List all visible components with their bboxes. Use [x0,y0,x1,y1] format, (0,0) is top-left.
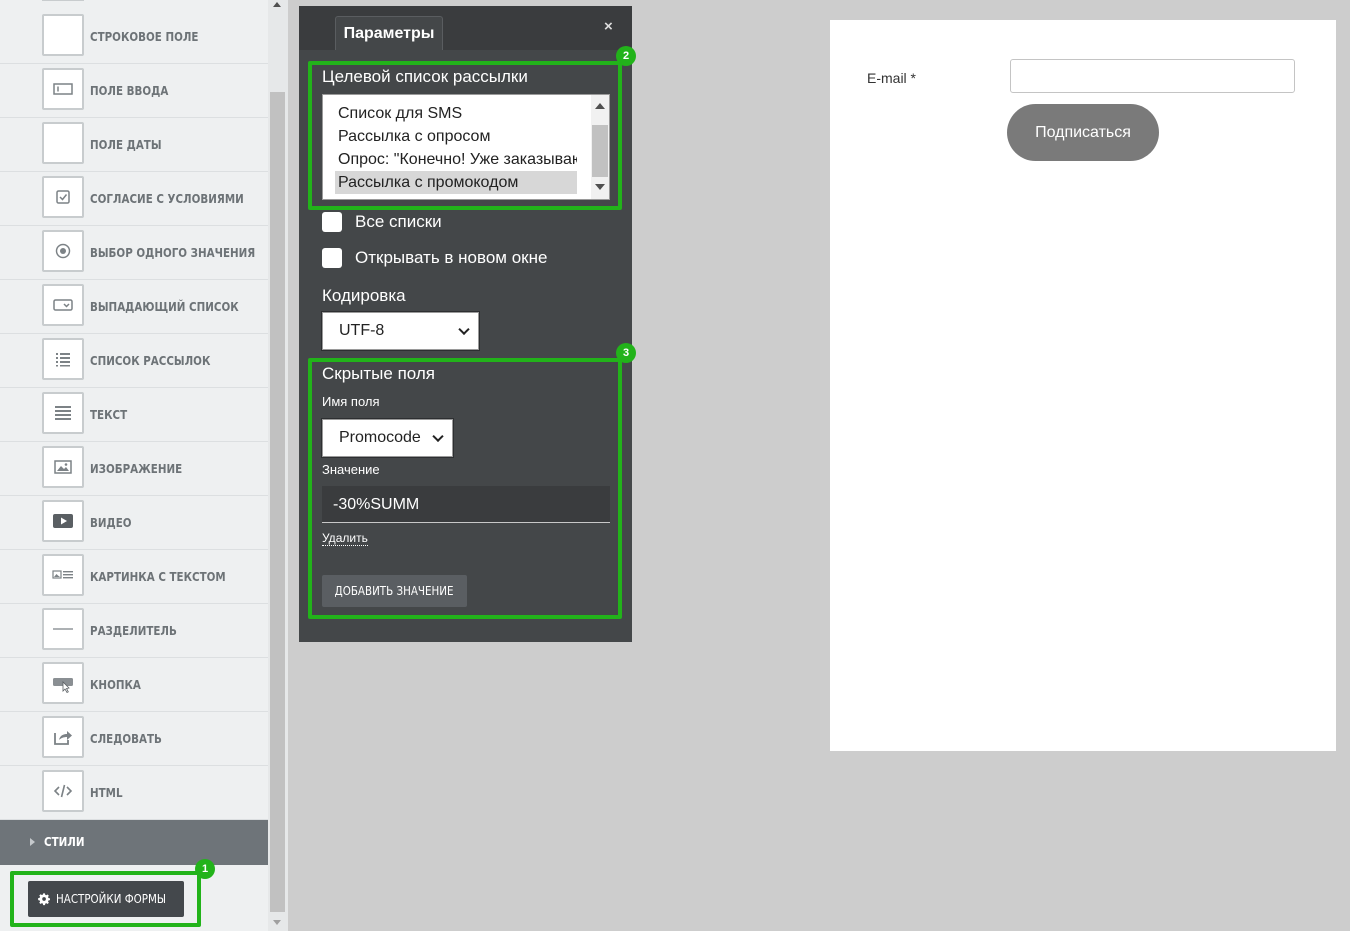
sidebar-item-image[interactable]: ИЗОБРАЖЕНИЕ [0,442,268,496]
video-icon [42,500,84,542]
divider-icon [42,608,84,650]
checkbox-icon [42,176,84,218]
sidebar-item-single-choice[interactable]: ВЫБОР ОДНОГО ЗНАЧЕНИЯ [0,226,268,280]
panel-tab-bar: Параметры × [299,6,632,50]
sidebar-item-image-with-text[interactable]: КАРТИНКА С ТЕКСТОМ [0,550,268,604]
close-icon[interactable]: × [604,18,613,35]
sidebar-item-consent[interactable]: СОГЛАСИЕ С УСЛОВИЯМИ [0,172,268,226]
encoding-select[interactable]: UTF-8 [322,312,479,350]
code-icon [42,770,84,812]
annotation-badge-2: 2 [616,46,636,66]
sidebar-item-label: РАЗДЕЛИТЕЛЬ [90,624,177,638]
previous-item-icon-box [42,0,84,1]
scroll-down-arrow-icon[interactable] [273,920,281,925]
all-lists-checkbox[interactable] [322,212,342,232]
sidebar-item-html[interactable]: HTML [0,766,268,820]
email-label: E-mail * [867,70,917,86]
expand-arrow-icon [30,838,35,846]
blank-icon [42,122,84,164]
sidebar-scrollbar[interactable] [268,0,288,931]
sidebar-item-label: ВЫБОР ОДНОГО ЗНАЧЕНИЯ [90,246,256,260]
sidebar-item-label: КАРТИНКА С ТЕКСТОМ [90,570,226,584]
sidebar-item-divider[interactable]: РАЗДЕЛИТЕЛЬ [0,604,268,658]
annotation-badge-1: 1 [195,859,215,879]
sidebar-item-input-field[interactable]: ПОЛЕ ВВОДА [0,64,268,118]
share-icon [42,716,84,758]
highlight-box-2 [308,61,622,210]
sidebar-item-video[interactable]: ВИДЕО [0,496,268,550]
email-input[interactable] [1010,59,1295,93]
encoding-label: Кодировка [322,286,406,305]
sidebar-item-follow[interactable]: СЛЕДОВАТЬ [0,712,268,766]
sidebar-item-button[interactable]: КНОПКА [0,658,268,712]
sidebar-item-label: КНОПКА [90,678,141,692]
highlight-box-3 [308,358,622,619]
sidebar-item-text[interactable]: ТЕКСТ [0,388,268,442]
sidebar-item-label: СОГЛАСИЕ С УСЛОВИЯМИ [90,192,244,206]
highlight-box-1 [10,871,201,927]
sidebar-item-label: HTML [90,786,123,800]
all-lists-label: Все списки [355,212,442,231]
sidebar-item-label: ИЗОБРАЖЕНИЕ [90,462,183,476]
sidebar-item-date-field[interactable]: ПОЛЕ ДАТЫ [0,118,268,172]
sidebar-item-label: ВИДЕО [90,516,132,530]
sidebar-item-mailing-list[interactable]: СПИСОК РАССЫЛОК [0,334,268,388]
dropdown-icon [42,284,84,326]
tab-parameters[interactable]: Параметры [335,16,443,50]
sidebar-item-label: СТРОКОВОЕ ПОЛЕ [90,30,199,44]
elements-sidebar: СТРОКОВОЕ ПОЛЕ ПОЛЕ ВВОДА ПОЛЕ ДАТЫ СОГЛ… [0,0,268,931]
radio-icon [42,230,84,272]
text-input-icon [42,68,84,110]
blank-icon [42,14,84,56]
subscribe-button[interactable]: Подписаться [1007,104,1159,161]
styles-section-toggle[interactable]: СТИЛИ [0,820,268,865]
list-icon [42,338,84,380]
image-icon [42,446,84,488]
sidebar-item-label: ПОЛЕ ДАТЫ [90,138,162,152]
encoding-value: UTF-8 [339,322,385,339]
sidebar-item-dropdown[interactable]: ВЫПАДАЮЩИЙ СПИСОК [0,280,268,334]
scroll-up-arrow-icon[interactable] [273,2,281,7]
sidebar-item-label: ПОЛЕ ВВОДА [90,84,169,98]
sidebar-item-string-field[interactable]: СТРОКОВОЕ ПОЛЕ [0,10,268,64]
form-preview: E-mail * Подписаться [830,20,1336,751]
text-lines-icon [42,392,84,434]
annotation-badge-3: 3 [616,343,636,363]
scrollbar-thumb[interactable] [270,92,285,912]
open-new-window-label: Открывать в новом окне [355,248,548,267]
sidebar-item-label: СЛЕДОВАТЬ [90,732,162,746]
chevron-down-icon [458,323,470,336]
sidebar-item-label: СПИСОК РАССЫЛОК [90,354,211,368]
styles-label: СТИЛИ [44,835,85,849]
sidebar-item-label: ТЕКСТ [90,408,128,422]
button-icon [42,662,84,704]
image-text-icon [42,554,84,596]
open-new-window-checkbox[interactable] [322,248,342,268]
sidebar-item-label: ВЫПАДАЮЩИЙ СПИСОК [90,300,239,314]
